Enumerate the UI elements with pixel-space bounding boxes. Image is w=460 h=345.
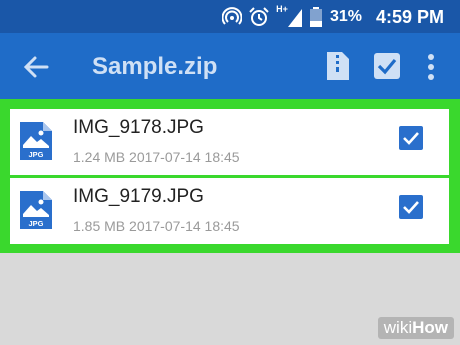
file-item[interactable]: JPG IMG_9178.JPG 1.24 MB 2017-07-14 18:4… <box>10 109 449 175</box>
file-size: 1.85 MB <box>73 218 126 234</box>
file-meta: 1.24 MB 2017-07-14 18:45 <box>73 149 240 165</box>
file-size: 1.24 MB <box>73 149 126 165</box>
file-checkbox[interactable] <box>399 195 423 219</box>
file-name: IMG_9179.JPG <box>73 186 204 207</box>
status-icons: H+ 31% 4:59 PM <box>222 4 444 28</box>
more-vert-icon[interactable] <box>425 53 437 81</box>
jpg-file-icon: JPG <box>20 122 52 160</box>
network-label: H+ <box>276 4 288 14</box>
battery-icon <box>309 7 322 27</box>
app-bar: Sample.zip <box>0 33 460 99</box>
wikihow-watermark: wikiHow <box>377 317 454 339</box>
file-icon-label: JPG <box>28 150 43 159</box>
file-date: 2017-07-14 18:45 <box>129 218 240 234</box>
file-meta: 1.85 MB 2017-07-14 18:45 <box>73 218 240 234</box>
jpg-file-icon: JPG <box>20 191 52 229</box>
battery-percent: 31% <box>329 8 362 25</box>
back-arrow-icon[interactable] <box>22 53 50 81</box>
archive-file-icon[interactable] <box>327 52 349 80</box>
signal-icon <box>287 9 302 27</box>
watermark-how: How <box>412 318 448 337</box>
select-all-check-icon[interactable] <box>374 53 400 79</box>
hotspot-icon <box>222 7 243 25</box>
file-date: 2017-07-14 18:45 <box>129 149 240 165</box>
alarm-icon <box>249 7 269 26</box>
status-bar: H+ 31% 4:59 PM <box>0 0 460 33</box>
watermark-wiki: wiki <box>383 318 413 337</box>
file-item[interactable]: JPG IMG_9179.JPG 1.85 MB 2017-07-14 18:4… <box>10 178 449 244</box>
file-name: IMG_9178.JPG <box>73 117 204 138</box>
file-icon-label: JPG <box>28 219 43 228</box>
page-title: Sample.zip <box>92 53 218 80</box>
clock: 4:59 PM <box>375 6 444 27</box>
file-checkbox[interactable] <box>399 126 423 150</box>
